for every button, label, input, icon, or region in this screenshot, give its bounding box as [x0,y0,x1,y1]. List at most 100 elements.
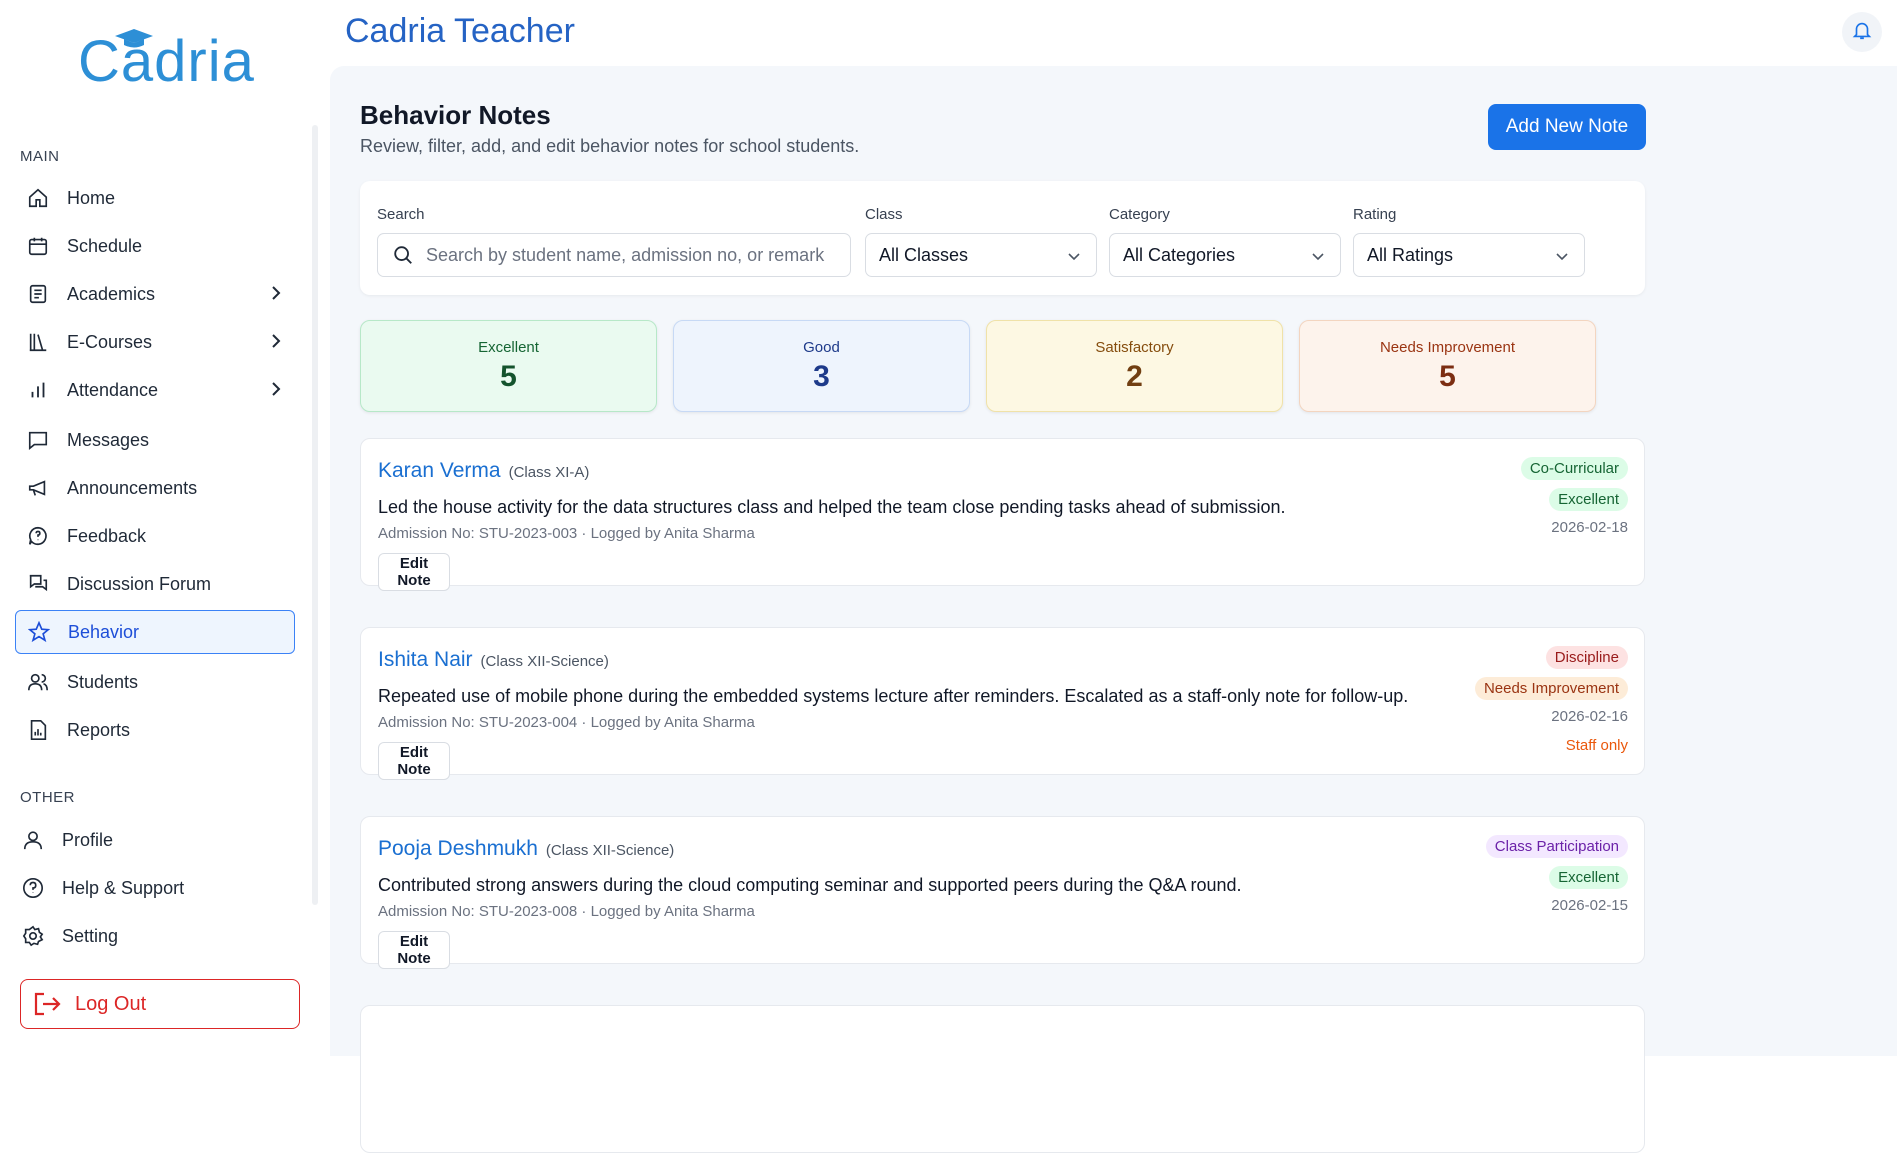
note-remark: Contributed strong answers during the cl… [378,875,1242,895]
note-date: 2026-02-16 [1551,708,1628,725]
sidebar-item-label: Schedule [67,235,143,256]
sidebar-item-label: Feedback [67,525,147,546]
category-badge: Co-Curricular [1520,457,1628,480]
category-select[interactable]: All Categories [1109,233,1341,277]
stat-value: 5 [500,360,517,393]
student-class: (Class XII-Science) [480,653,609,670]
app-title: Cadria Teacher [345,12,575,50]
rating-select[interactable]: All Ratings [1353,233,1585,277]
sidebar-item-messages[interactable]: Messages [15,418,295,462]
stat-label: Satisfactory [1095,339,1174,356]
sidebar-item-setting[interactable]: Setting [10,914,290,958]
sidebar-item-discussion-forum[interactable]: Discussion Forum [15,562,295,606]
student-name[interactable]: Pooja Deshmukh (Class XII-Science) [378,837,674,861]
edit-note-button[interactable]: Edit Note [378,742,450,780]
add-new-note-button[interactable]: Add New Note [1488,104,1646,150]
sidebar-item-label: Announcements [67,477,198,498]
stat-card-good: Good 3 [673,320,970,412]
stat-card-needs-improvement: Needs Improvement 5 [1299,320,1596,412]
note-remark: Led the house activity for the data stru… [378,497,1286,517]
sidebar-item-behavior[interactable]: Behavior [15,610,295,654]
sidebar-item-label: Help & Support [62,877,185,898]
chevron-down-icon [1310,248,1326,269]
student-name-text: Karan Verma [378,459,501,482]
sidebar-item-home[interactable]: Home [15,176,295,220]
student-name[interactable]: Karan Verma (Class XI-A) [378,459,589,483]
sidebar-item-label: Home [67,187,116,208]
document-icon [25,281,51,307]
sidebar-item-profile[interactable]: Profile [10,818,290,862]
content-panel: Behavior Notes Review, filter, add, and … [330,66,1897,1153]
sidebar-item-announcements[interactable]: Announcements [15,466,295,510]
search-label: Search [377,206,425,223]
sidebar-item-e-courses[interactable]: E-Courses [15,320,295,364]
edit-note-button[interactable]: Edit Note [378,931,450,969]
category-select-value: All Categories [1123,244,1236,265]
note-meta: Admission No: STU-2023-003 · Logged by A… [378,525,755,542]
rating-badge: Needs Improvement [1474,677,1628,700]
search-icon [392,244,414,266]
student-name-text: Pooja Deshmukh [378,837,538,860]
rating-select-value: All Ratings [1367,244,1454,265]
search-input[interactable]: Search by student name, admission no, or… [377,233,851,277]
sidebar-item-reports[interactable]: Reports [15,708,295,752]
rating-label: Rating [1353,206,1397,223]
sidebar-item-label: Profile [62,829,114,850]
forum-icon [25,571,51,597]
student-class: (Class XII-Science) [545,842,675,859]
student-name-text: Ishita Nair [378,648,473,671]
sidebar-item-help-support[interactable]: Help & Support [10,866,290,910]
sidebar-item-label: Setting [62,925,119,946]
edit-note-button[interactable]: Edit Note [378,553,450,591]
logout-label: Log Out [75,992,147,1015]
sidebar-item-students[interactable]: Students [15,660,295,704]
rating-badge: Excellent [1549,488,1628,511]
brand-logo[interactable]: Cadria [78,28,255,95]
note-tags: Class Participation Excellent 2026-02-15 [1485,835,1628,914]
sidebar-item-label: Reports [67,719,131,740]
sidebar-item-academics[interactable]: Academics [15,272,295,316]
chevron-down-icon [1066,248,1082,269]
note-meta: Admission No: STU-2023-008 · Logged by A… [378,903,755,920]
stat-value: 3 [813,360,830,393]
logout-button[interactable]: Log Out [20,979,300,1029]
sidebar-scrollbar[interactable] [312,125,318,905]
note-card: Ishita Nair (Class XII-Science) Repeated … [360,627,1645,780]
logout-icon [33,991,61,1017]
sidebar-item-schedule[interactable]: Schedule [15,224,295,268]
sidebar: Cadria MAIN Home Schedule Academics E-Co… [0,0,330,1045]
sidebar-item-feedback[interactable]: Feedback [15,514,295,558]
feedback-icon [25,523,51,549]
chevron-right-icon [269,380,283,403]
rating-stats: Excellent 5 Good 3 Satisfactory 2 Needs … [360,320,1645,412]
class-select-value: All Classes [879,244,969,265]
calendar-icon [25,233,51,259]
filters-card: Search Search by student name, admission… [360,181,1645,295]
note-remark: Repeated use of mobile phone during the … [378,686,1409,706]
note-date: 2026-02-18 [1551,519,1628,536]
graduation-cap-icon [114,28,154,55]
note-meta: Admission No: STU-2023-004 · Logged by A… [378,714,755,731]
brand-name: Cadria [78,29,255,94]
category-badge: Class Participation [1485,835,1628,858]
page-title: Behavior Notes [360,100,551,130]
home-icon [25,185,51,211]
sidebar-item-attendance[interactable]: Attendance [15,368,295,412]
page-subtitle: Review, filter, add, and edit behavior n… [360,136,860,156]
bell-icon [1851,19,1873,46]
chevron-down-icon [1554,248,1570,269]
bar-chart-icon [25,377,51,403]
sidebar-item-label: Messages [67,429,150,450]
class-select[interactable]: All Classes [865,233,1097,277]
note-tags: Discipline Needs Improvement 2026-02-16 … [1474,646,1628,754]
note-card: Pooja Deshmukh (Class XII-Science) Contri… [360,816,1645,969]
stat-label: Good [803,339,840,356]
student-name[interactable]: Ishita Nair (Class XII-Science) [378,648,609,672]
rating-badge: Excellent [1549,866,1628,889]
stat-card-excellent: Excellent 5 [360,320,657,412]
notifications-button[interactable] [1842,12,1882,52]
stat-value: 2 [1126,360,1143,393]
student-class: (Class XI-A) [508,464,590,481]
message-icon [25,427,51,453]
note-date: 2026-02-15 [1551,897,1628,914]
